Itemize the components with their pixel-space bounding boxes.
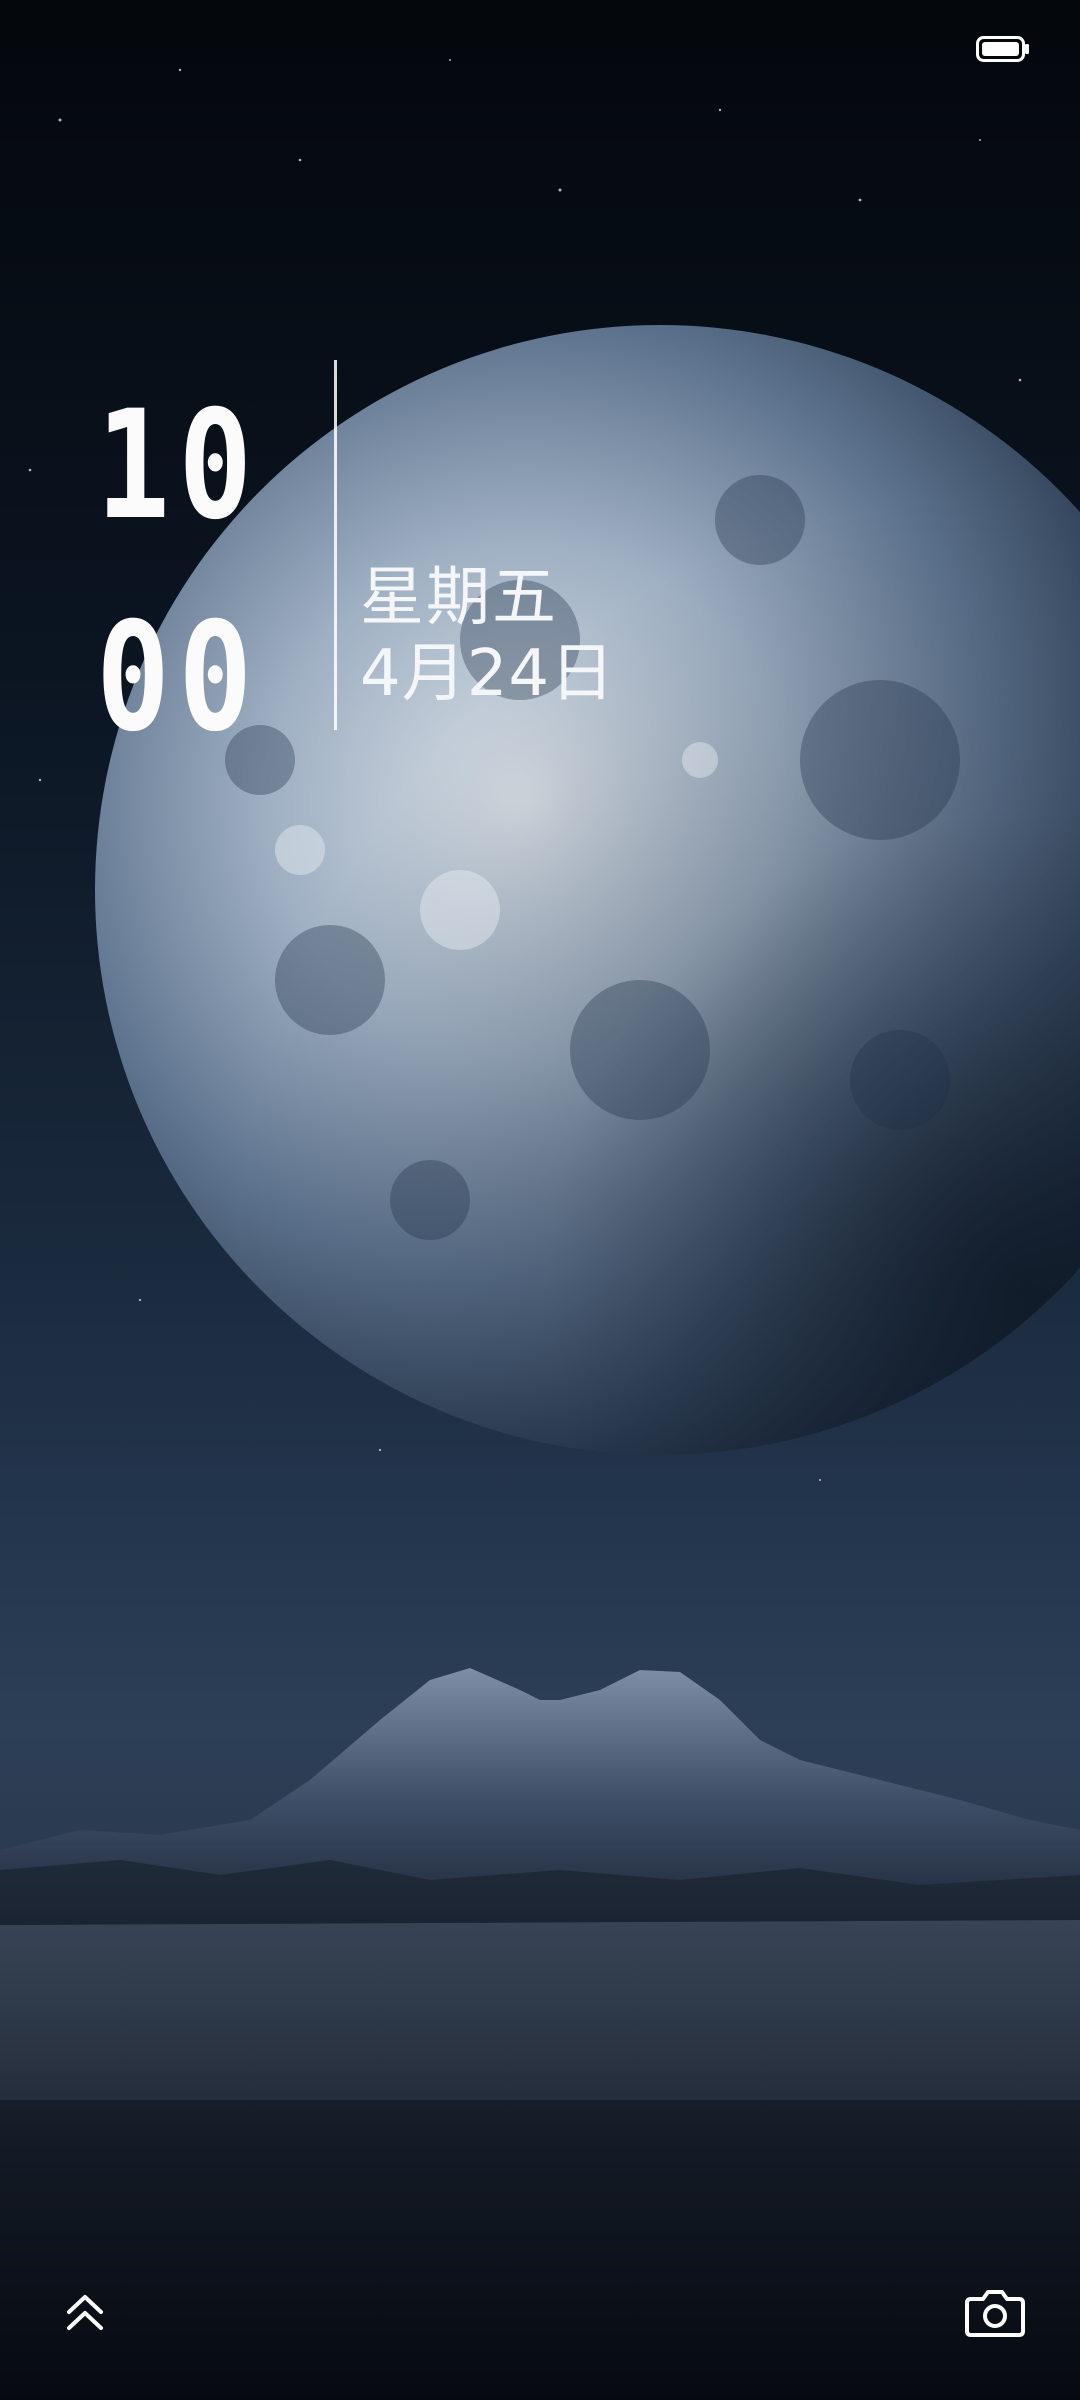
clock-divider (334, 360, 337, 730)
time-display: 10 00 (96, 360, 261, 784)
chevron-double-up-icon (62, 2291, 108, 2339)
status-bar (0, 0, 1080, 100)
date-block: 星期五 4月24日 (360, 560, 615, 712)
lockscreen-clock: 10 00 星期五 4月24日 (0, 330, 1080, 763)
date-label: 4月24日 (360, 637, 616, 711)
camera-shortcut-button[interactable] (950, 2270, 1040, 2360)
clock-hour: 10 (96, 379, 261, 553)
weekday-label: 星期五 (360, 561, 558, 635)
battery-full-icon (976, 36, 1030, 62)
swipe-up-unlock[interactable] (40, 2270, 130, 2360)
clock-minute: 00 (96, 591, 261, 765)
camera-icon (963, 2287, 1027, 2343)
